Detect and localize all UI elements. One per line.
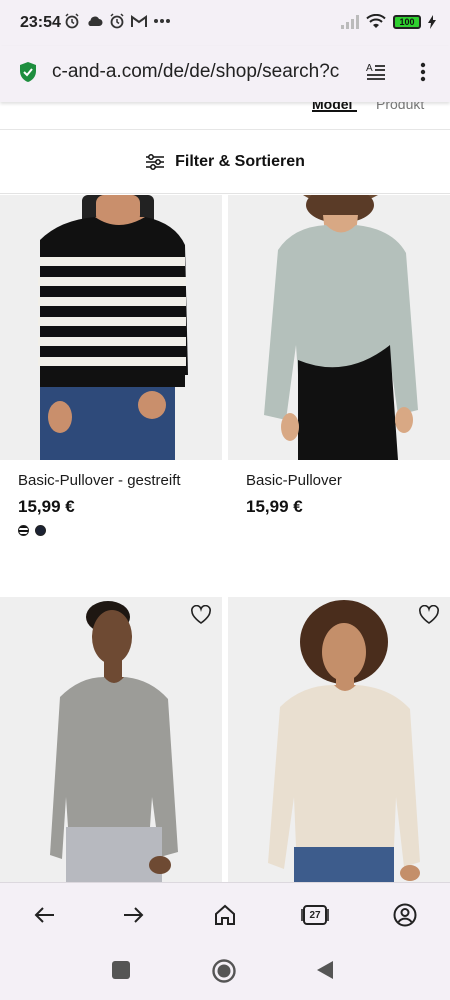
tab-switcher-button[interactable]: 27 <box>301 901 329 929</box>
account-icon <box>393 903 417 927</box>
gmail-icon <box>131 14 147 27</box>
forward-button[interactable] <box>120 901 148 929</box>
tabs-count: 27 <box>309 909 321 921</box>
filter-sort-label: Filter & Sortieren <box>175 152 305 170</box>
arrow-left-icon <box>34 907 54 923</box>
product-card[interactable]: Basic-Pullover - gestreift 15,99 € <box>0 195 222 575</box>
swatch-striped[interactable] <box>18 525 29 536</box>
heart-icon[interactable] <box>418 605 440 625</box>
product-image[interactable] <box>0 597 222 882</box>
alarm-icon <box>65 13 79 29</box>
back-button[interactable] <box>30 901 58 929</box>
product-card[interactable] <box>0 597 222 882</box>
charging-icon <box>428 14 436 29</box>
product-image[interactable] <box>228 195 450 460</box>
system-navigation-bar <box>0 946 450 1000</box>
cloud-icon <box>88 16 103 26</box>
svg-text:A: A <box>366 63 373 74</box>
url-field[interactable]: c-and-a.com/de/de/shop/search?c <box>52 61 352 83</box>
status-notification-icons <box>64 13 171 29</box>
color-swatches <box>18 525 46 536</box>
product-name[interactable]: Basic-Pullover - gestreift <box>18 472 181 489</box>
tab-product[interactable]: Produkt <box>376 102 424 112</box>
view-toggle-tabs: Model Produkt <box>0 102 450 130</box>
alarm-icon <box>110 13 124 29</box>
signal-icon <box>341 14 359 29</box>
active-tab-indicator <box>312 110 357 112</box>
product-price: 15,99 € <box>18 497 75 516</box>
status-system-icons: 100 <box>341 14 436 29</box>
back-triangle-icon[interactable] <box>316 960 334 980</box>
filter-sliders-icon <box>146 153 165 170</box>
filter-sort-button[interactable]: Filter & Sortieren <box>0 130 450 194</box>
status-bar: 23:54 100 <box>0 0 450 46</box>
product-card[interactable]: Basic-Pullover 15,99 € <box>228 195 450 575</box>
account-button[interactable] <box>391 901 419 929</box>
battery-indicator: 100 <box>393 14 421 29</box>
status-time: 23:54 <box>20 14 61 31</box>
product-image[interactable] <box>0 195 222 460</box>
more-dots-icon <box>154 19 170 23</box>
product-image[interactable] <box>228 597 450 882</box>
product-price: 15,99 € <box>246 497 303 516</box>
home-icon <box>215 904 235 925</box>
home-circle-icon[interactable] <box>211 958 237 984</box>
recents-square-icon[interactable] <box>111 960 131 980</box>
heart-icon[interactable] <box>190 605 212 625</box>
swatch-dark-navy[interactable] <box>35 525 46 536</box>
browser-bottom-toolbar: 27 <box>0 882 450 946</box>
product-name[interactable]: Basic-Pullover <box>246 472 342 489</box>
reader-mode-icon[interactable]: A <box>364 60 388 84</box>
arrow-right-icon <box>124 907 144 923</box>
wifi-icon <box>366 14 386 28</box>
secure-shield-icon[interactable] <box>18 61 38 83</box>
product-card[interactable] <box>228 597 450 882</box>
overflow-menu-icon[interactable] <box>414 60 432 84</box>
home-button[interactable] <box>211 901 239 929</box>
browser-url-bar: c-and-a.com/de/de/shop/search?c A <box>0 46 450 102</box>
